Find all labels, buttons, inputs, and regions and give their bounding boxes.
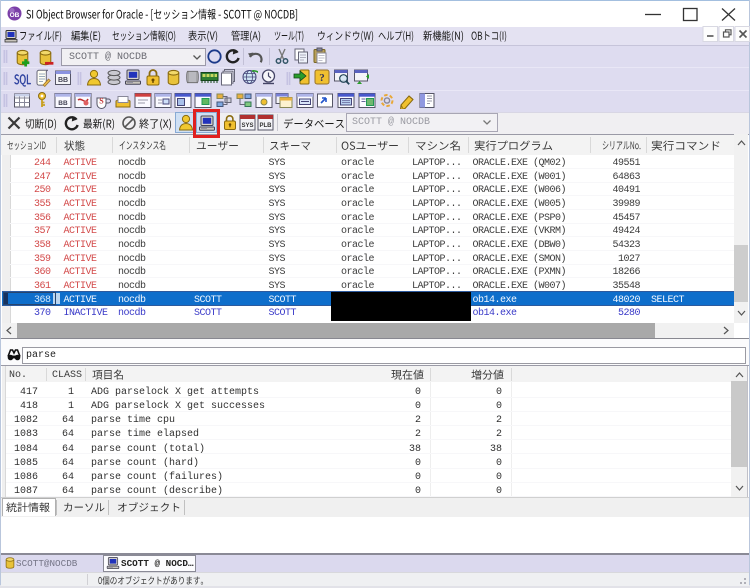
svg-text:S: S — [99, 97, 104, 106]
svg-text:BB: BB — [58, 77, 68, 84]
svg-text:SYS: SYS — [241, 123, 253, 129]
svg-text:?: ? — [319, 72, 325, 84]
svg-text:OB: OB — [10, 12, 20, 19]
svg-text:PLB: PLB — [260, 123, 273, 129]
svg-text:BB: BB — [58, 100, 68, 107]
